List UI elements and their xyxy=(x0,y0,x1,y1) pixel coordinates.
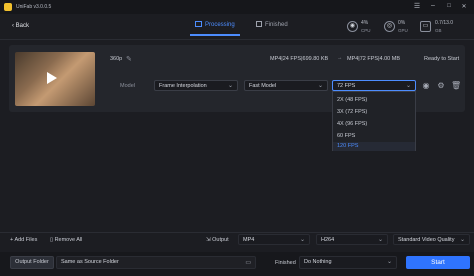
arrow-right-icon: → xyxy=(337,55,343,61)
fps-option-2x[interactable]: 2X (48 FPS) xyxy=(333,94,415,106)
fps-option-3x[interactable]: 3X (72 FPS) xyxy=(333,106,415,118)
menu-icon[interactable]: ☰ xyxy=(412,2,422,10)
fps-option-60[interactable]: 60 FPS xyxy=(333,130,415,142)
quality-select-value: Standard Video Quality xyxy=(398,237,455,243)
close-button[interactable]: ✕ xyxy=(459,3,469,10)
add-files-button[interactable]: + Add Files xyxy=(10,237,37,243)
finished-label: Finished xyxy=(275,260,296,266)
format-select-value: MP4 xyxy=(243,237,255,243)
codec-select[interactable]: H264 ⌄ xyxy=(316,234,388,245)
fps-option-4x[interactable]: 4X (96 FPS) xyxy=(333,118,415,130)
gpu-value: 0% xyxy=(398,20,406,26)
remove-all-button[interactable]: ▯ Remove All xyxy=(50,237,82,243)
fps-dropdown: 2X (48 FPS) 3X (72 FPS) 4X (96 FPS) 60 F… xyxy=(332,91,416,151)
ram-icon: ▭ xyxy=(420,21,431,32)
codec-select-value: H264 xyxy=(321,237,335,243)
cpu-value: 4% xyxy=(361,20,369,26)
minimize-button[interactable]: – xyxy=(428,2,438,9)
delete-trash-icon[interactable]: 🗑 xyxy=(451,81,461,90)
finished-action-select[interactable]: Do Nothing ⌄ xyxy=(299,256,397,269)
tab-processing[interactable]: Processing xyxy=(195,21,235,33)
output-label-text: Output xyxy=(212,237,229,243)
gpu-icon: ◎ xyxy=(384,21,395,32)
settings-gear-icon[interactable]: ⚙ xyxy=(436,81,446,90)
preview-eye-icon[interactable]: ◉ xyxy=(421,81,431,90)
fps-option-120[interactable]: 120 FPS xyxy=(333,142,415,151)
chevron-down-icon: ⌄ xyxy=(386,259,392,265)
folder-icon: ▭ xyxy=(245,260,251,266)
fps-select[interactable]: 72 FPS ⌄ xyxy=(332,80,416,91)
tab-finished[interactable]: Finished xyxy=(256,21,288,33)
ram-unit: GB xyxy=(435,28,442,33)
cpu-label: CPU xyxy=(361,28,371,33)
title-bar xyxy=(0,0,474,14)
finished-icon xyxy=(256,21,262,27)
chevron-down-icon: ⌄ xyxy=(317,83,323,89)
back-button[interactable]: ‹ Back xyxy=(12,23,29,29)
tab-processing-label: Processing xyxy=(205,22,235,28)
chevron-down-icon: ⌄ xyxy=(299,237,305,243)
cpu-icon: ◉ xyxy=(347,21,358,32)
chevron-down-icon: ⌄ xyxy=(459,237,465,243)
output-info: MP4|72 FPS|4.00 MB xyxy=(347,56,400,62)
gpu-label: GPU xyxy=(398,28,408,33)
model-select[interactable]: Fast Model ⌄ xyxy=(244,80,328,91)
format-select[interactable]: MP4 ⌄ xyxy=(238,234,310,245)
source-info: MP4|24 FPS|699.80 KB xyxy=(270,56,329,62)
finished-action-value: Do Nothing xyxy=(304,259,332,265)
play-icon[interactable] xyxy=(47,72,57,84)
active-tab-indicator xyxy=(190,34,240,36)
chevron-down-icon: ⌄ xyxy=(405,83,411,89)
processing-icon xyxy=(195,21,202,27)
mode-select[interactable]: Frame Interpolation ⌄ xyxy=(154,80,238,91)
output-label: ⇲ Output xyxy=(206,237,229,243)
model-label: Model xyxy=(120,83,135,89)
output-folder-path[interactable]: Same as Source Folder ▭ xyxy=(56,256,256,269)
start-button[interactable]: Start xyxy=(406,256,470,269)
app-title: UniFab v3.0.0.5 xyxy=(16,4,52,10)
quality-select[interactable]: Standard Video Quality ⌄ xyxy=(393,234,470,245)
resolution-label: 360p xyxy=(110,56,123,62)
status-text: Ready to Start xyxy=(424,56,460,62)
back-label: Back xyxy=(15,23,30,29)
output-folder-value: Same as Source Folder xyxy=(61,259,119,265)
add-files-label: Add Files xyxy=(14,237,38,243)
ram-value: 0.7/13.0 xyxy=(435,20,454,26)
tab-finished-label: Finished xyxy=(265,22,288,28)
maximize-button[interactable]: □ xyxy=(444,3,454,9)
app-logo-icon xyxy=(4,3,12,11)
header-bar xyxy=(0,14,474,40)
output-folder-button[interactable]: Output Folder xyxy=(10,256,54,269)
edit-icon[interactable]: ✎ xyxy=(126,55,132,63)
model-select-value: Fast Model xyxy=(249,83,277,89)
chevron-down-icon: ⌄ xyxy=(227,83,233,89)
remove-all-label: Remove All xyxy=(54,237,83,243)
mode-select-value: Frame Interpolation xyxy=(159,83,207,89)
fps-select-value: 72 FPS xyxy=(337,83,356,89)
chevron-down-icon: ⌄ xyxy=(377,237,383,243)
